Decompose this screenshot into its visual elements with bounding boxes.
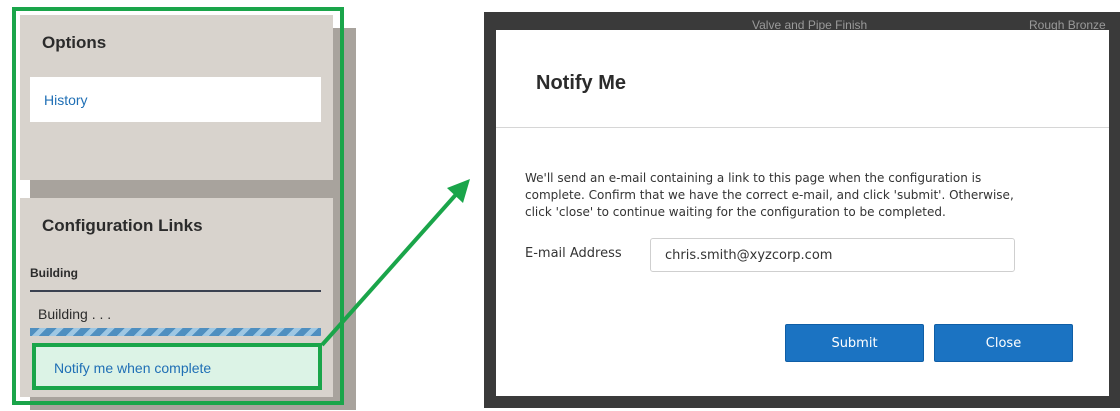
dialog-message-line: We'll send an e-mail containing a link t… xyxy=(525,171,982,185)
dialog-title: Notify Me xyxy=(536,72,626,94)
dialog-message: We'll send an e-mail containing a link t… xyxy=(525,170,1085,221)
email-field[interactable] xyxy=(650,238,1015,272)
panel-highlight-frame xyxy=(12,7,344,405)
submit-button[interactable]: Submit xyxy=(785,324,924,362)
notify-me-dialog: Notify Me We'll send an e-mail containin… xyxy=(496,30,1109,396)
dialog-message-line: click 'close' to continue waiting for th… xyxy=(525,205,946,219)
email-label: E-mail Address xyxy=(525,246,622,261)
dialog-header: Notify Me xyxy=(496,30,1109,128)
close-button[interactable]: Close xyxy=(934,324,1073,362)
arrowhead-icon xyxy=(447,179,470,203)
dialog-message-line: complete. Confirm that we have the corre… xyxy=(525,188,1014,202)
